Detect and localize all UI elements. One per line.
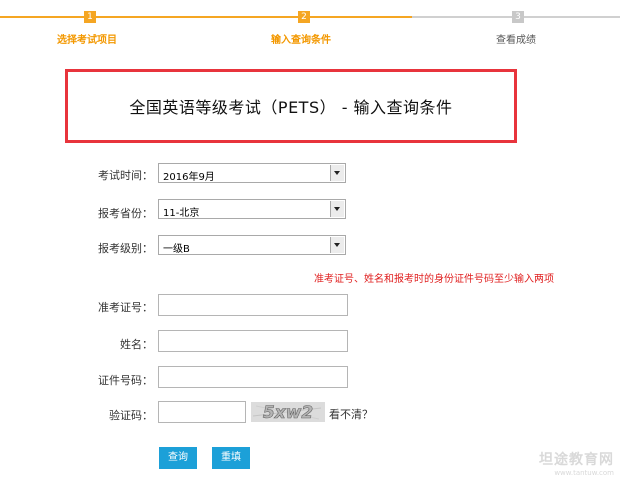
chevron-down-icon[interactable] (330, 237, 344, 253)
exam-time-label: 考试时间： (98, 169, 153, 182)
step-3-label: 查看成绩 (496, 35, 536, 46)
name-input[interactable] (158, 330, 348, 352)
province-select[interactable]: 11-北京 (158, 199, 346, 219)
province-selected: 11-北京 (163, 208, 200, 219)
captcha-text: 5xw2 (263, 403, 313, 422)
captcha-refresh-link[interactable]: 看不清？ (329, 406, 373, 422)
step-2-number: 2 (298, 11, 310, 23)
captcha-image[interactable]: 5xw2 (251, 402, 325, 423)
admission-number-label: 准考证号： (98, 301, 153, 314)
name-label: 姓名： (120, 338, 153, 351)
exam-time-select[interactable]: 2016年9月 (158, 163, 346, 183)
step-1-label: 选择考试项目 (57, 35, 117, 46)
exam-time-selected: 2016年9月 (163, 172, 215, 183)
step-2-label: 输入查询条件 (271, 35, 331, 46)
level-select[interactable]: 一级B (158, 235, 346, 255)
step-1-number: 1 (84, 11, 96, 23)
progress-steps: 1 选择考试项目 2 输入查询条件 3 查看成绩 (0, 0, 620, 50)
captcha-image-graphic: 5xw2 (251, 402, 325, 423)
page-title-box: 全国英语等级考试（PETS） - 输入查询条件 (65, 69, 517, 143)
captcha-label: 验证码： (109, 409, 153, 422)
level-selected: 一级B (163, 244, 190, 255)
page-title: 全国英语等级考试（PETS） - 输入查询条件 (129, 98, 453, 117)
chevron-down-icon[interactable] (330, 201, 344, 217)
watermark-url: www.tantuw.com (554, 469, 614, 477)
progress-line-completed (0, 16, 412, 18)
watermark: 坦途教育网 www.tantuw.com (539, 449, 614, 477)
admission-number-input[interactable] (158, 294, 348, 316)
province-label: 报考省份： (98, 207, 153, 220)
watermark-logo-text: 坦途教育网 (539, 452, 614, 468)
reset-button[interactable]: 重填 (212, 447, 250, 469)
captcha-input[interactable] (158, 401, 246, 423)
id-number-input[interactable] (158, 366, 348, 388)
query-button[interactable]: 查询 (159, 447, 197, 469)
level-label: 报考级别： (98, 242, 153, 255)
id-number-label: 证件号码： (98, 374, 153, 387)
requirement-note: 准考证号、姓名和报考时的身份证件号码至少输入两项 (314, 274, 554, 285)
chevron-down-icon[interactable] (330, 165, 344, 181)
step-3-number: 3 (512, 11, 524, 23)
